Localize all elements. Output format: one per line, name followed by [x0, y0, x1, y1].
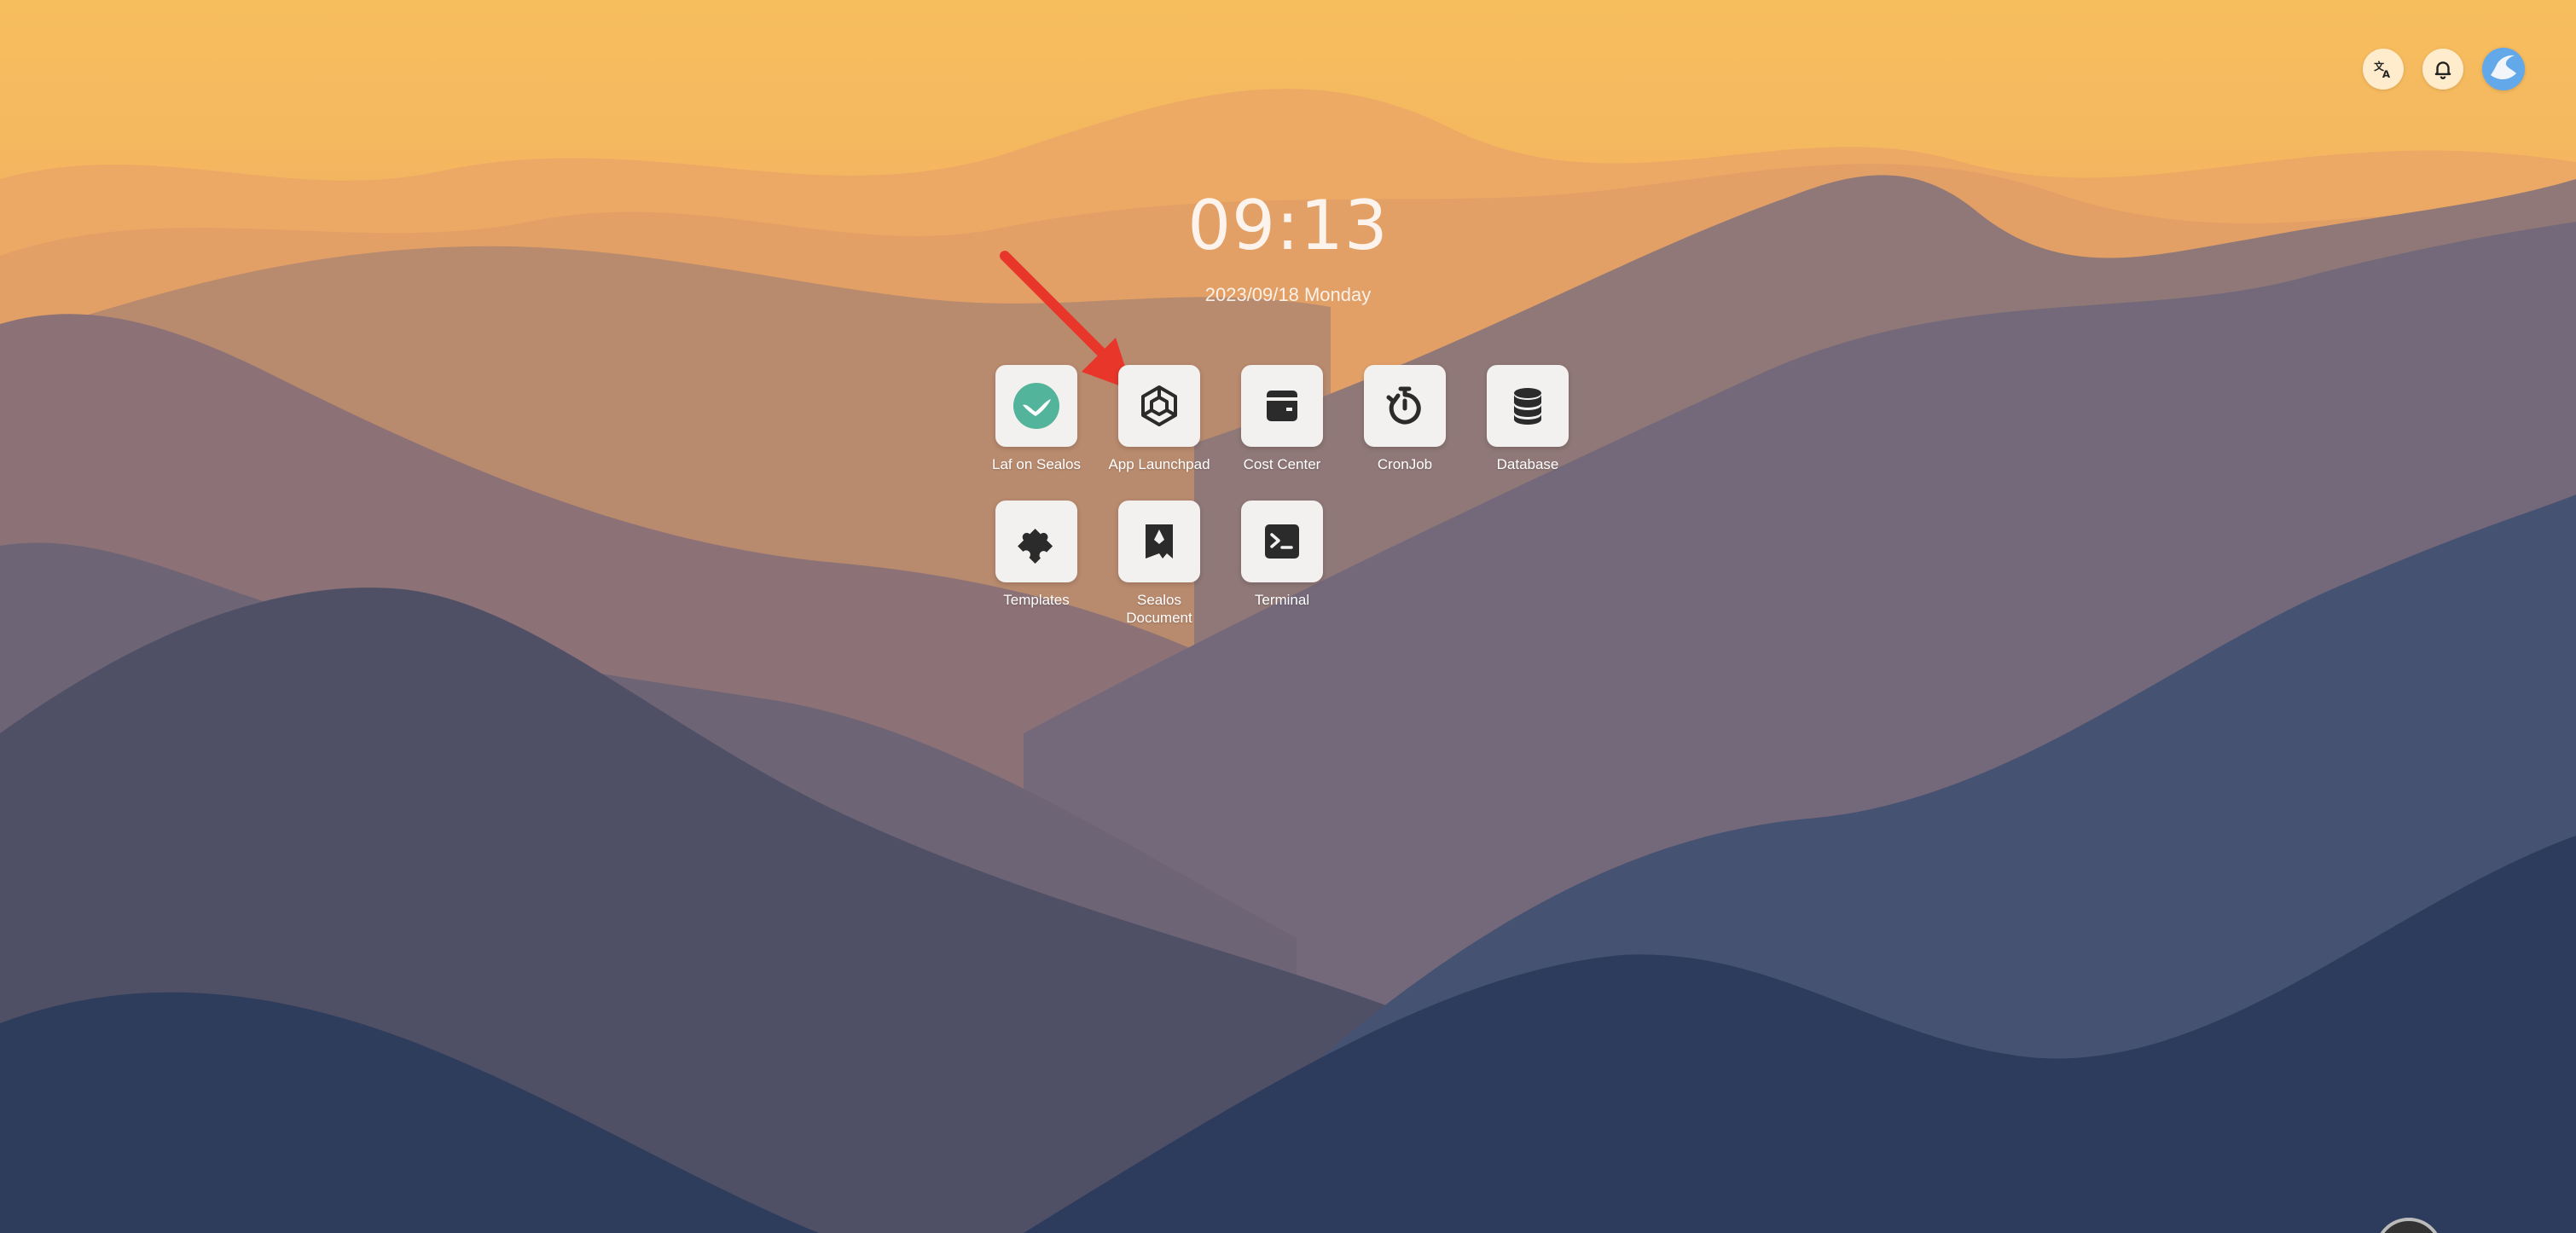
app-label: Laf on Sealos [992, 456, 1081, 472]
app-database[interactable]: Database [1486, 365, 1569, 473]
desktop: 文 A 09:13 2023/09/18 Monday Laf on Sealo… [0, 0, 2576, 1233]
clock-widget: 09:13 2023/09/18 Monday [0, 183, 2576, 306]
app-label: Templates [1003, 592, 1070, 608]
app-label: Cost Center [1243, 456, 1321, 472]
app-label: App Launchpad [1108, 456, 1210, 472]
laf-logo-icon[interactable] [995, 365, 1077, 447]
app-cronjob[interactable]: CronJob [1363, 365, 1447, 473]
cube-icon[interactable] [1118, 365, 1200, 447]
clock-time: 09:13 [1187, 186, 1389, 265]
app-laf-on-sealos[interactable]: Laf on Sealos [992, 365, 1081, 473]
bookmark-icon[interactable] [1118, 501, 1200, 582]
app-label: Sealos Document [1126, 592, 1192, 626]
svg-text:A: A [2382, 68, 2391, 80]
app-templates[interactable]: Templates [995, 501, 1078, 627]
database-icon[interactable] [1487, 365, 1569, 447]
app-label: Database [1496, 456, 1559, 472]
app-label: CronJob [1377, 456, 1433, 472]
timer-icon[interactable] [1364, 365, 1446, 447]
puzzle-icon[interactable] [995, 501, 1077, 582]
app-sealos-document[interactable]: Sealos Document [1117, 501, 1201, 627]
bell-icon[interactable] [2422, 49, 2463, 90]
translate-icon[interactable]: 文 A [2363, 49, 2404, 90]
app-app-launchpad[interactable]: App Launchpad [1108, 365, 1210, 473]
wallet-icon[interactable] [1241, 365, 1323, 447]
top-controls: 文 A [2363, 48, 2525, 90]
app-terminal[interactable]: Terminal [1240, 501, 1324, 627]
app-cost-center[interactable]: Cost Center [1240, 365, 1324, 473]
user-avatar[interactable] [2482, 48, 2525, 90]
app-grid: Laf on Sealos App Launchpad Cost Center … [992, 365, 1569, 627]
terminal-icon[interactable] [1241, 501, 1323, 582]
clock-date: 2023/09/18 Monday [1204, 284, 1372, 305]
app-label: Terminal [1254, 592, 1310, 608]
